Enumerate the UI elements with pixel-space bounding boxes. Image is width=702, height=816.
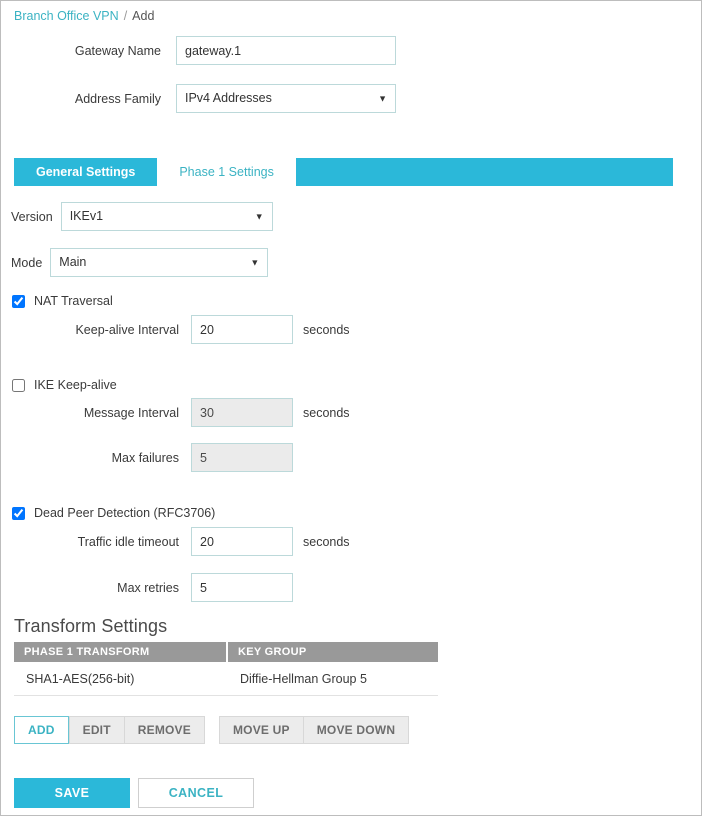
max-failures-label: Max failures — [111, 450, 179, 465]
version-row: Version IKEv1 ▼ — [11, 202, 273, 231]
version-select-wrapper[interactable]: IKEv1 ▼ — [60, 202, 273, 231]
mode-label: Mode — [11, 255, 43, 270]
table-header-row: PHASE 1 TRANSFORM KEY GROUP — [14, 642, 438, 662]
address-family-row: Address Family IPv4 Addresses ▼ — [1, 84, 421, 113]
max-failures-input[interactable] — [191, 443, 293, 472]
cancel-button[interactable]: CANCEL — [138, 778, 254, 808]
message-interval-input[interactable] — [191, 398, 293, 427]
version-select[interactable]: IKEv1 — [60, 202, 273, 231]
keep-alive-interval-input[interactable] — [191, 315, 293, 344]
nat-traversal-checkbox[interactable] — [12, 294, 25, 308]
column-header-phase-1-transform: PHASE 1 TRANSFORM — [14, 642, 226, 662]
transform-settings-table: PHASE 1 TRANSFORM KEY GROUP SHA1-AES(256… — [14, 642, 438, 696]
settings-tabbar: General Settings Phase 1 Settings — [14, 158, 673, 186]
max-retries-row: Max retries — [1, 573, 471, 602]
traffic-idle-timeout-label: Traffic idle timeout — [77, 534, 179, 549]
dead-peer-detection-checkbox[interactable] — [12, 506, 25, 520]
message-interval-label: Message Interval — [83, 405, 179, 420]
version-label: Version — [11, 209, 53, 224]
mode-select-wrapper[interactable]: Main ▼ — [50, 248, 269, 277]
dead-peer-detection-label[interactable]: Dead Peer Detection (RFC3706) — [34, 506, 215, 520]
move-up-button[interactable]: MOVE UP — [218, 716, 304, 744]
breadcrumb-separator: / — [123, 9, 128, 23]
table-row[interactable]: SHA1-AES(256-bit) Diffie-Hellman Group 5 — [14, 662, 438, 696]
address-family-select[interactable]: IPv4 Addresses — [176, 84, 396, 113]
traffic-idle-timeout-row: Traffic idle timeout seconds — [1, 527, 471, 556]
edit-button[interactable]: EDIT — [68, 716, 125, 744]
column-header-key-group: KEY GROUP — [228, 642, 438, 662]
keep-alive-interval-row: Keep-alive Interval seconds — [1, 315, 471, 344]
remove-button[interactable]: REMOVE — [124, 716, 205, 744]
form-footer-buttons: SAVE CANCEL — [14, 778, 254, 808]
dead-peer-detection-checkbox-row[interactable]: Dead Peer Detection (RFC3706) — [12, 506, 215, 520]
transform-settings-title: Transform Settings — [14, 616, 168, 636]
breadcrumb-link-branch-office-vpn[interactable]: Branch Office VPN — [14, 9, 119, 23]
cell-key-group: Diffie-Hellman Group 5 — [240, 672, 367, 686]
mode-select[interactable]: Main — [50, 248, 269, 277]
nat-traversal-label[interactable]: NAT Traversal — [34, 294, 113, 308]
keep-alive-interval-label: Keep-alive Interval — [75, 322, 179, 337]
keep-alive-interval-unit: seconds — [303, 322, 350, 337]
move-down-button[interactable]: MOVE DOWN — [303, 716, 410, 744]
nat-traversal-checkbox-row[interactable]: NAT Traversal — [12, 294, 113, 308]
gateway-name-row: Gateway Name — [1, 36, 421, 65]
gateway-name-label: Gateway Name — [74, 43, 161, 58]
max-failures-row: Max failures — [1, 443, 471, 472]
max-retries-label: Max retries — [117, 580, 179, 595]
message-interval-unit: seconds — [303, 405, 350, 420]
traffic-idle-timeout-input[interactable] — [191, 527, 293, 556]
ike-keep-alive-checkbox-row[interactable]: IKE Keep-alive — [12, 378, 117, 392]
gateway-name-input[interactable] — [176, 36, 396, 65]
breadcrumb: Branch Office VPN / Add — [14, 8, 154, 24]
breadcrumb-current-add: Add — [132, 9, 155, 23]
tab-phase-1-settings[interactable]: Phase 1 Settings — [157, 158, 296, 186]
message-interval-row: Message Interval seconds — [1, 398, 471, 427]
max-retries-input[interactable] — [191, 573, 293, 602]
save-button[interactable]: SAVE — [14, 778, 130, 808]
branch-office-vpn-gateway-page: Branch Office VPN / Add Gateway Name Addre… — [0, 0, 702, 816]
transform-action-buttons: ADD EDIT REMOVE MOVE UP MOVE DOWN — [14, 716, 410, 744]
traffic-idle-timeout-unit: seconds — [303, 534, 350, 549]
add-button[interactable]: ADD — [14, 716, 69, 744]
tab-general-settings[interactable]: General Settings — [14, 158, 158, 186]
mode-row: Mode Main ▼ — [11, 248, 269, 277]
table-body: SHA1-AES(256-bit) Diffie-Hellman Group 5 — [14, 662, 438, 696]
address-family-label: Address Family — [74, 91, 161, 106]
ike-keep-alive-checkbox[interactable] — [12, 378, 25, 392]
cell-phase-1-transform: SHA1-AES(256-bit) — [26, 672, 135, 686]
address-family-select-wrapper[interactable]: IPv4 Addresses ▼ — [176, 84, 396, 113]
ike-keep-alive-label[interactable]: IKE Keep-alive — [34, 378, 117, 392]
